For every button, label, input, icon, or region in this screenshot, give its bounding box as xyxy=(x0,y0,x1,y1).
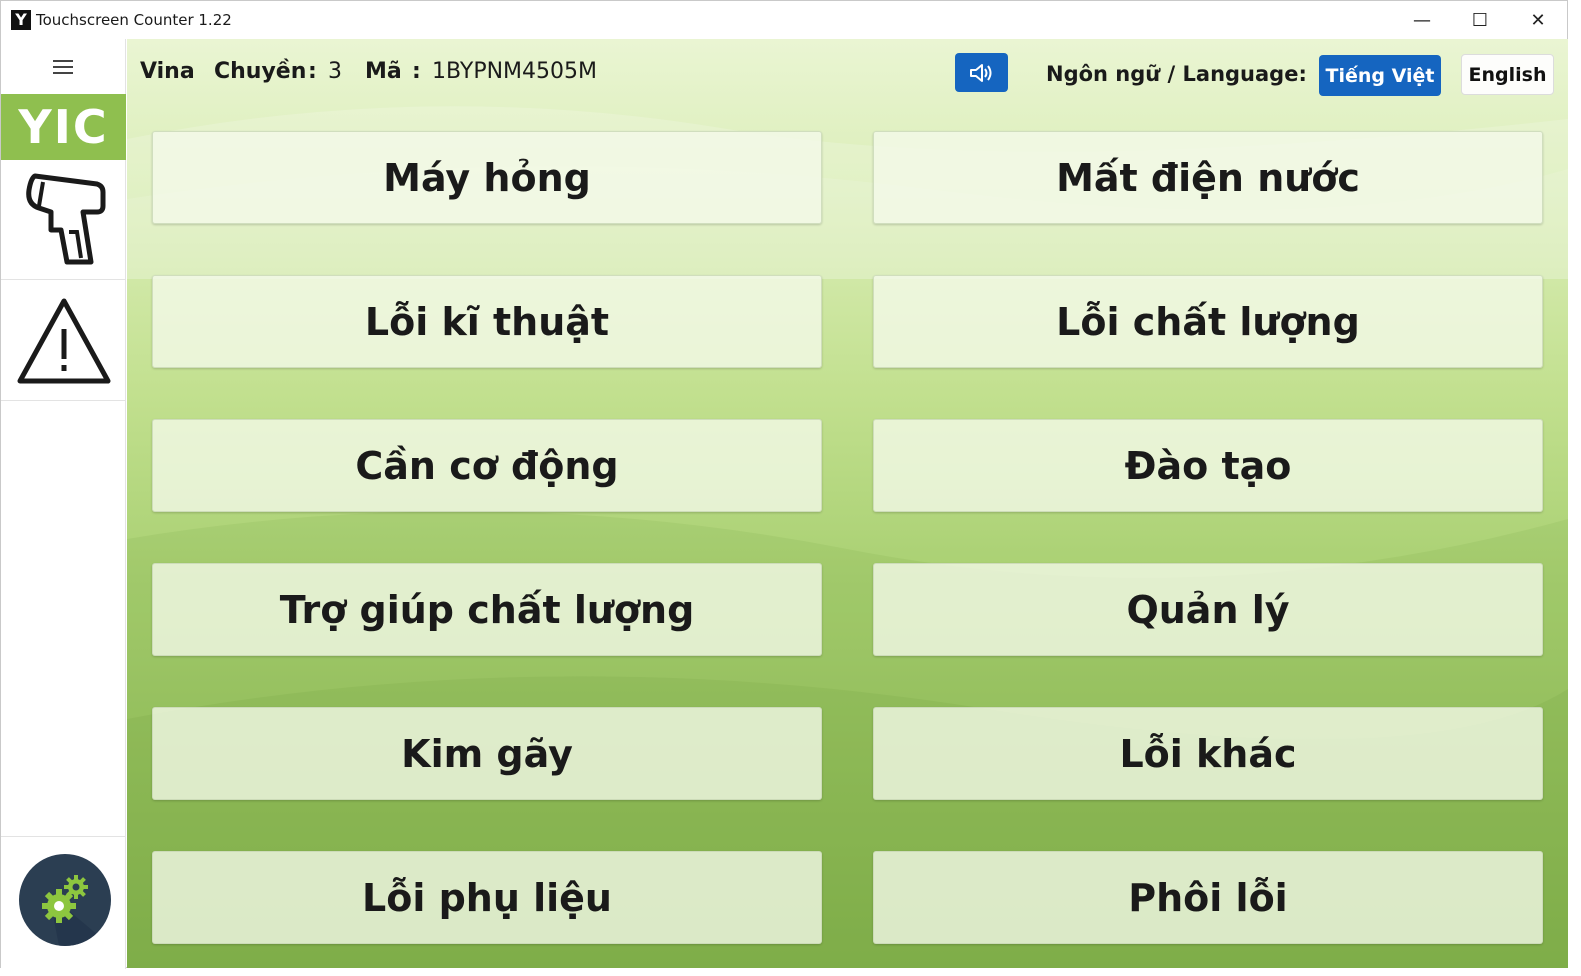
title-bar: Y Touchscreen Counter 1.22 — ☐ ✕ xyxy=(1,1,1567,39)
main-panel: Vina Chuyền : 3 Mã : 1BYPNM4505M Ngôn ng… xyxy=(127,39,1568,968)
sound-button[interactable] xyxy=(955,53,1008,92)
category-button[interactable]: Phôi lỗi xyxy=(873,851,1543,944)
close-button[interactable]: ✕ xyxy=(1509,1,1567,39)
category-button[interactable]: Mất điện nước xyxy=(873,131,1543,224)
language-english-button[interactable]: English xyxy=(1461,54,1554,95)
category-button[interactable]: Lỗi phụ liệu xyxy=(152,851,822,944)
category-button[interactable]: Lỗi khác xyxy=(873,707,1543,800)
warning-icon xyxy=(17,298,110,383)
window-title: Touchscreen Counter 1.22 xyxy=(36,11,232,29)
maximize-button[interactable]: ☐ xyxy=(1451,1,1509,39)
code-separator: : xyxy=(412,59,421,84)
gears-icon xyxy=(42,875,111,946)
category-button[interactable]: Cần cơ động xyxy=(152,419,822,512)
category-button[interactable]: Kim gãy xyxy=(152,707,822,800)
hamburger-menu-icon[interactable] xyxy=(53,60,73,74)
sidebar-item-warning[interactable] xyxy=(1,281,126,401)
yic-logo: YIC xyxy=(1,94,126,160)
sidebar-item-scanner[interactable] xyxy=(1,160,126,280)
category-button[interactable]: Trợ giúp chất lượng xyxy=(152,563,822,656)
language-vietnamese-button[interactable]: Tiếng Việt xyxy=(1319,55,1441,96)
settings-area xyxy=(1,836,126,969)
top-bar: Vina Chuyền : 3 Mã : 1BYPNM4505M Ngôn ng… xyxy=(127,39,1568,109)
code-label: Mã xyxy=(365,59,402,84)
settings-button[interactable] xyxy=(19,854,111,946)
category-button[interactable]: Lỗi kĩ thuật xyxy=(152,275,822,368)
line-separator: : xyxy=(308,59,317,84)
sidebar: YIC xyxy=(1,39,126,969)
category-button[interactable]: Máy hỏng xyxy=(152,131,822,224)
speaker-icon xyxy=(969,63,991,82)
category-button[interactable]: Lỗi chất lượng xyxy=(873,275,1543,368)
barcode-scanner-icon xyxy=(25,173,105,264)
line-label: Chuyền xyxy=(214,59,307,84)
minimize-button[interactable]: — xyxy=(1393,1,1451,39)
app-icon: Y xyxy=(11,10,31,30)
line-value: 3 xyxy=(328,59,342,84)
code-value: 1BYPNM4505M xyxy=(432,59,597,84)
category-button[interactable]: Quản lý xyxy=(873,563,1543,656)
factory-name: Vina xyxy=(140,59,195,84)
category-button[interactable]: Đào tạo xyxy=(873,419,1543,512)
language-label: Ngôn ngữ / Language: xyxy=(1046,62,1307,86)
app-window: Y Touchscreen Counter 1.22 — ☐ ✕ YIC Vin… xyxy=(0,0,1568,969)
